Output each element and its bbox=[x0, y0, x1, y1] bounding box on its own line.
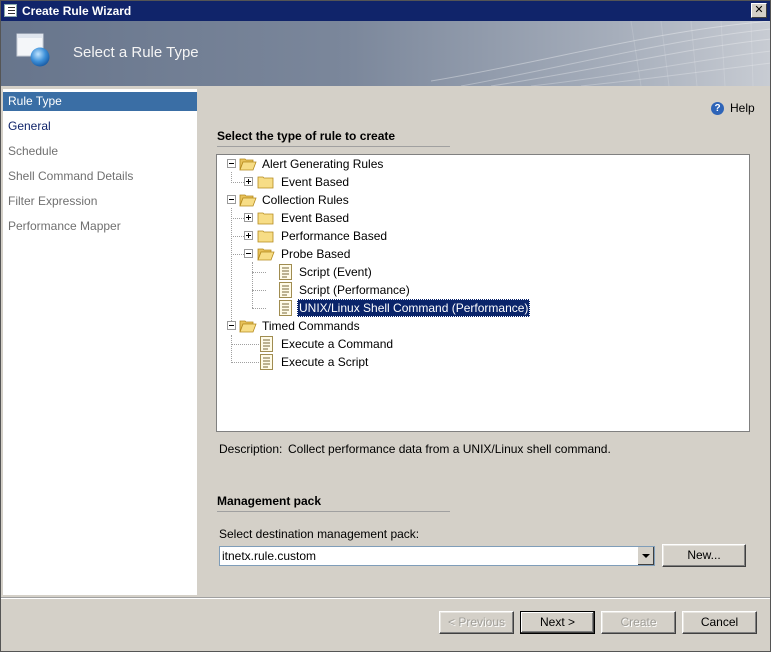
expand-icon[interactable] bbox=[244, 231, 253, 240]
nav-step-rule-type[interactable]: Rule Type bbox=[3, 92, 197, 111]
script-icon bbox=[279, 300, 292, 316]
window-title: Create Rule Wizard bbox=[22, 4, 132, 18]
nav-step-schedule: Schedule bbox=[8, 144, 59, 158]
nav-step-performance-mapper: Performance Mapper bbox=[8, 219, 121, 233]
tree-node-execute-a-script[interactable]: Execute a Script bbox=[217, 353, 747, 371]
cancel-button[interactable]: Cancel bbox=[682, 611, 757, 634]
folder-icon bbox=[257, 212, 274, 225]
tree-node-unix-linux-shell-command-performance[interactable]: UNIX/Linux Shell Command (Performance) bbox=[217, 299, 747, 317]
tree-node-label: Event Based bbox=[281, 175, 350, 189]
destination-pack-value: itnetx.rule.custom bbox=[222, 549, 317, 563]
title-bar[interactable]: Create Rule Wizard ✕ bbox=[1, 1, 770, 21]
tree-node-label: UNIX/Linux Shell Command (Performance) bbox=[297, 299, 531, 317]
folder-icon bbox=[257, 230, 274, 243]
close-button[interactable]: ✕ bbox=[751, 3, 767, 18]
destination-pack-label: Select destination management pack: bbox=[219, 527, 420, 541]
tree-node-label: Execute a Command bbox=[281, 337, 394, 351]
nav-step-filter-expression: Filter Expression bbox=[8, 194, 98, 208]
tree-node-performance-based[interactable]: Performance Based bbox=[217, 227, 747, 245]
help-label: Help bbox=[730, 101, 755, 115]
tree-node-collection-event-based[interactable]: Event Based bbox=[217, 209, 747, 227]
help-icon: ? bbox=[711, 102, 724, 115]
dropdown-arrow-icon[interactable] bbox=[637, 547, 654, 565]
tree-node-alert-generating-rules[interactable]: Alert Generating Rules bbox=[217, 155, 747, 173]
rule-type-section-title: Select the type of rule to create bbox=[217, 129, 396, 143]
tree-node-label: Event Based bbox=[281, 211, 350, 225]
script-icon bbox=[279, 264, 292, 280]
folder-icon bbox=[257, 176, 274, 189]
tree-node-label: Alert Generating Rules bbox=[262, 157, 384, 171]
tree-node-label: Script (Event) bbox=[299, 265, 372, 279]
section-divider bbox=[217, 146, 450, 147]
destination-pack-combobox[interactable]: itnetx.rule.custom bbox=[219, 546, 655, 566]
next-button[interactable]: Next > bbox=[520, 611, 595, 634]
section-divider bbox=[217, 511, 450, 512]
tree-node-script-event[interactable]: Script (Event) bbox=[217, 263, 747, 281]
previous-button[interactable]: < Previous bbox=[439, 611, 514, 634]
nav-step-shell-command-details: Shell Command Details bbox=[8, 169, 134, 183]
wizard-header-banner: Select a Rule Type bbox=[1, 21, 770, 86]
create-button[interactable]: Create bbox=[601, 611, 676, 634]
tree-node-label: Execute a Script bbox=[281, 355, 369, 369]
nav-step-general[interactable]: General bbox=[3, 117, 197, 136]
collapse-icon[interactable] bbox=[244, 249, 253, 258]
collapse-icon[interactable] bbox=[227, 195, 236, 204]
script-icon bbox=[260, 336, 273, 352]
tree-node-label: Script (Performance) bbox=[299, 283, 410, 297]
wizard-step-title: Select a Rule Type bbox=[73, 44, 199, 61]
tree-node-label: Performance Based bbox=[281, 229, 388, 243]
tree-node-script-performance[interactable]: Script (Performance) bbox=[217, 281, 747, 299]
banner-decoration bbox=[431, 21, 770, 86]
tree-node-timed-commands[interactable]: Timed Commands bbox=[217, 317, 747, 335]
folder-open-icon bbox=[239, 320, 257, 333]
description-label: Description: bbox=[219, 442, 283, 456]
rule-type-tree[interactable]: Alert Generating Rules Event Based Colle… bbox=[216, 154, 750, 432]
tree-node-collection-rules[interactable]: Collection Rules bbox=[217, 191, 747, 209]
footer-divider bbox=[1, 597, 770, 599]
script-icon bbox=[260, 354, 273, 370]
script-icon bbox=[279, 282, 292, 298]
tree-node-execute-a-command[interactable]: Execute a Command bbox=[217, 335, 747, 353]
tree-node-label: Collection Rules bbox=[262, 193, 349, 207]
new-management-pack-button[interactable]: New... bbox=[662, 544, 746, 567]
wizard-steps-nav: Rule Type General Schedule Shell Command… bbox=[3, 89, 197, 595]
description-text: Collect performance data from a UNIX/Lin… bbox=[288, 442, 611, 456]
collapse-icon[interactable] bbox=[227, 159, 236, 168]
create-rule-wizard-window: Create Rule Wizard ✕ Select a Rule Type bbox=[0, 0, 771, 652]
tree-node-label: Probe Based bbox=[281, 247, 351, 261]
tree-node-probe-based[interactable]: Probe Based bbox=[217, 245, 747, 263]
tree-node-alert-event-based[interactable]: Event Based bbox=[217, 173, 747, 191]
wizard-page-icon bbox=[16, 33, 50, 67]
wizard-icon bbox=[4, 4, 17, 17]
collapse-icon[interactable] bbox=[227, 321, 236, 330]
expand-icon[interactable] bbox=[244, 177, 253, 186]
folder-open-icon bbox=[239, 158, 257, 171]
tree-node-label: Timed Commands bbox=[262, 319, 360, 333]
expand-icon[interactable] bbox=[244, 213, 253, 222]
folder-open-icon bbox=[257, 248, 275, 261]
folder-open-icon bbox=[239, 194, 257, 207]
management-pack-section-title: Management pack bbox=[217, 494, 322, 508]
